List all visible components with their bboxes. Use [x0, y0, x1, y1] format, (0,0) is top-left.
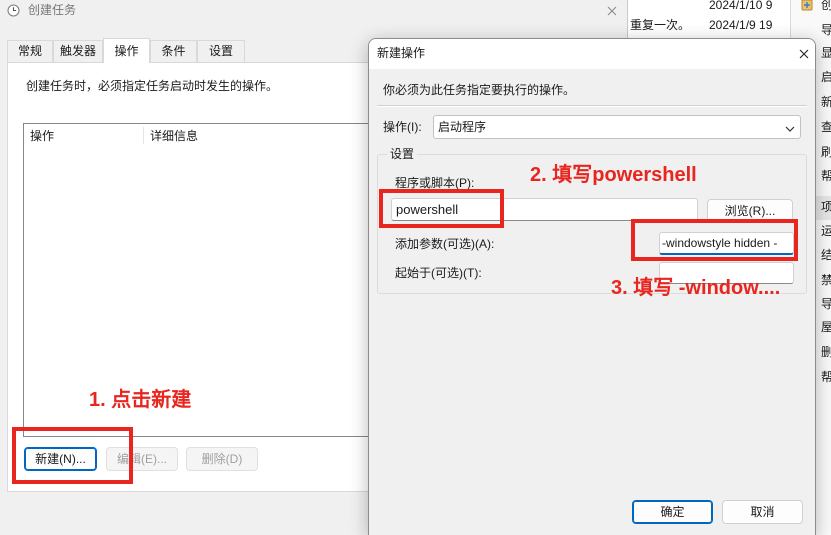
action-item-disable[interactable]: 禁 [821, 272, 831, 288]
action-item-refresh[interactable]: 刷 [821, 144, 831, 160]
column-header-action[interactable]: 操作 [30, 128, 54, 144]
dialog-title: 创建任务 [28, 3, 77, 17]
dialog-title: 新建操作 [377, 46, 426, 60]
action-type-label: 操作(I): [383, 120, 422, 134]
action-item-delete[interactable]: 删 [821, 344, 831, 360]
column-header-details[interactable]: 详细信息 [150, 128, 198, 144]
create-task-icon [801, 0, 813, 11]
action-type-value: 启动程序 [438, 120, 487, 134]
action-item-help-2[interactable]: 帮 [821, 369, 831, 385]
tab-settings[interactable]: 设置 [197, 40, 245, 62]
chevron-down-icon [785, 123, 795, 133]
action-item-help[interactable]: 帮 [821, 168, 831, 184]
task-row-next-run[interactable]: 2024/1/9 19 [709, 17, 772, 33]
tab-actions[interactable]: 操作 [103, 38, 150, 63]
actions-description: 创建任务时，必须指定任务启动时发生的操作。 [26, 79, 279, 93]
action-item-display[interactable]: 显 [821, 45, 831, 61]
task-row-next-run[interactable]: 2024/1/10 9 [709, 0, 772, 13]
annotation-step-3: 3. 填写 -window.... [611, 277, 781, 299]
column-divider[interactable] [143, 127, 144, 144]
action-item-export[interactable]: 导 [821, 296, 831, 312]
settings-group-label: 设置 [387, 146, 418, 162]
action-item-properties[interactable]: 屋 [821, 319, 831, 335]
annotation-step-2: 2. 填写powershell [530, 164, 697, 186]
annotation-step-1: 1. 点击新建 [89, 389, 192, 411]
dialog-description: 你必须为此任务指定要执行的操作。 [383, 83, 576, 97]
cancel-button[interactable]: 取消 [722, 500, 803, 524]
close-icon[interactable] [799, 48, 809, 59]
clock-icon [7, 4, 20, 17]
action-item-new-folder[interactable]: 新 [821, 94, 831, 110]
annotation-box-program-input [379, 189, 504, 228]
delete-action-button[interactable]: 删除(D) [186, 447, 258, 471]
task-row-trigger[interactable]: 重复一次。 [630, 17, 690, 33]
action-item-run[interactable]: 运 [821, 223, 831, 239]
tab-general[interactable]: 常规 [7, 40, 53, 62]
action-item-end[interactable]: 结 [821, 247, 831, 263]
tab-conditions[interactable]: 条件 [150, 40, 197, 62]
title-bar [369, 39, 815, 69]
arguments-label: 添加参数(可选)(A): [395, 237, 495, 251]
action-type-dropdown[interactable]: 启动程序 [433, 115, 801, 139]
start-in-label: 起始于(可选)(T): [395, 266, 482, 280]
separator [377, 105, 807, 107]
action-item-import[interactable]: 导 [821, 22, 831, 38]
close-icon[interactable] [607, 5, 617, 16]
annotation-box-arguments-input [631, 219, 798, 261]
ok-button[interactable]: 确定 [632, 500, 713, 524]
action-item-create[interactable]: 创 [821, 0, 831, 13]
section-header-selected-item[interactable]: 项 [821, 199, 831, 215]
action-item-enable[interactable]: 启 [821, 69, 831, 85]
tab-triggers[interactable]: 触发器 [53, 40, 103, 62]
annotation-box-new-button [12, 427, 133, 484]
action-item-view[interactable]: 查 [821, 119, 831, 135]
